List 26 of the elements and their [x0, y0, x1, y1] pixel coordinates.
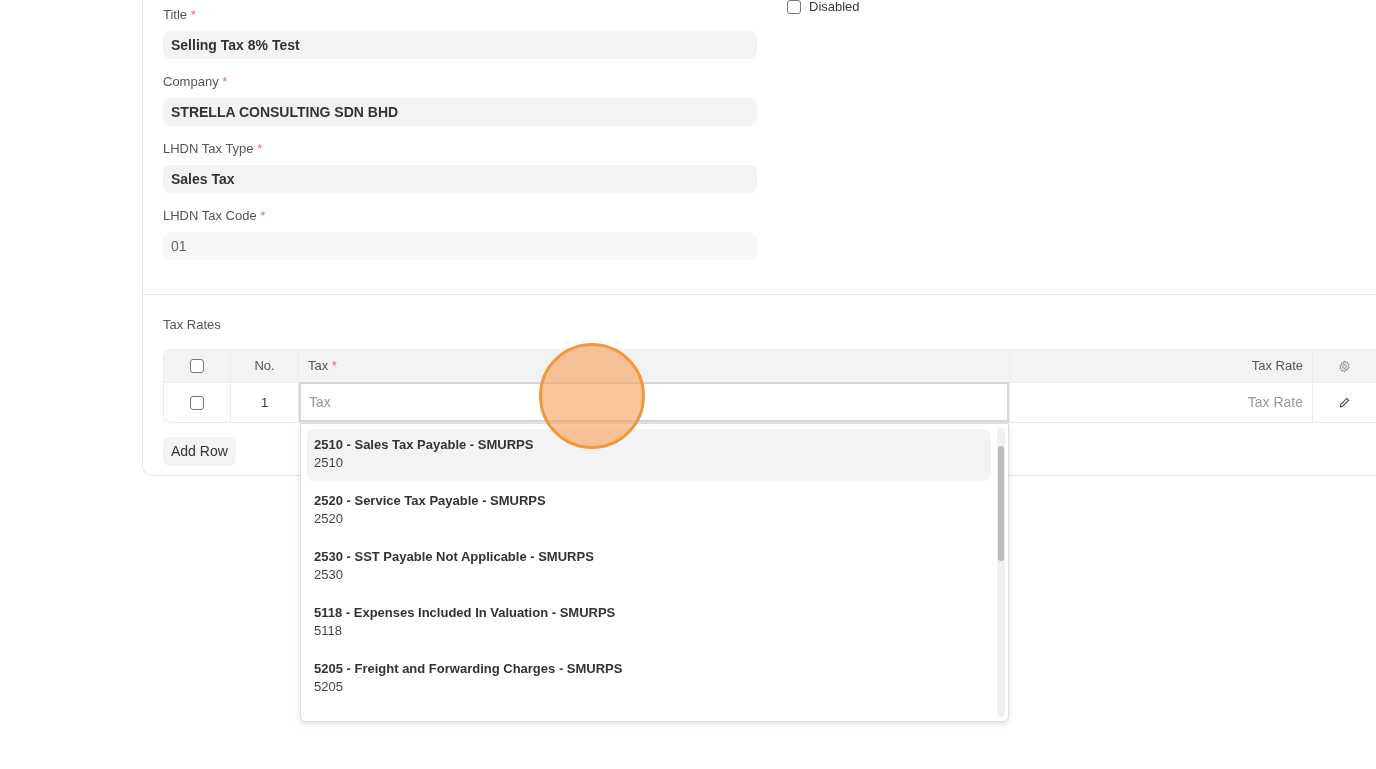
dropdown-option[interactable]: 5205 - Freight and Forwarding Charges - SMURPS 5205 [307, 653, 991, 705]
scrollbar[interactable] [997, 428, 1005, 717]
section-label: Tax Rates [163, 317, 221, 333]
edit-icon[interactable] [1339, 397, 1350, 408]
dropdown-option[interactable]: 2520 - Service Tax Payable - SMURPS 2520 [307, 485, 991, 537]
input-field: 01 [163, 232, 757, 260]
field-label: LHDN Tax Type * [163, 141, 263, 157]
column-header: No. [254, 358, 275, 374]
column-header: Tax Rate [1251, 358, 1303, 374]
checkbox-label: Disabled [809, 0, 860, 17]
add-row-button[interactable]: Add Row [163, 437, 236, 466]
field-label: Company * [163, 74, 228, 90]
checkbox[interactable] [787, 0, 801, 14]
settings-icon[interactable] [1338, 359, 1351, 373]
field-label: Title * [163, 7, 196, 23]
input-field[interactable]: Selling Tax 8% Test [163, 31, 757, 59]
dropdown-option[interactable]: 5118 - Expenses Included In Valuation - SMURPS 5118 [307, 597, 991, 649]
row-checkbox[interactable] [190, 395, 204, 410]
column-header: Tax * [308, 358, 337, 374]
input-field[interactable]: STRELLA CONSULTING SDN BHD [163, 98, 757, 126]
input-field[interactable]: Sales Tax [163, 165, 757, 193]
select-all-checkbox[interactable] [190, 359, 204, 373]
dropdown-option[interactable]: 2530 - SST Payable Not Applicable - SMURPS 2530 [307, 541, 991, 593]
field-label: LHDN Tax Code * [163, 208, 266, 224]
dropdown-option[interactable]: 2510 - Sales Tax Payable - SMURPS 2510 [307, 429, 991, 481]
row-number: 1 [260, 393, 269, 412]
